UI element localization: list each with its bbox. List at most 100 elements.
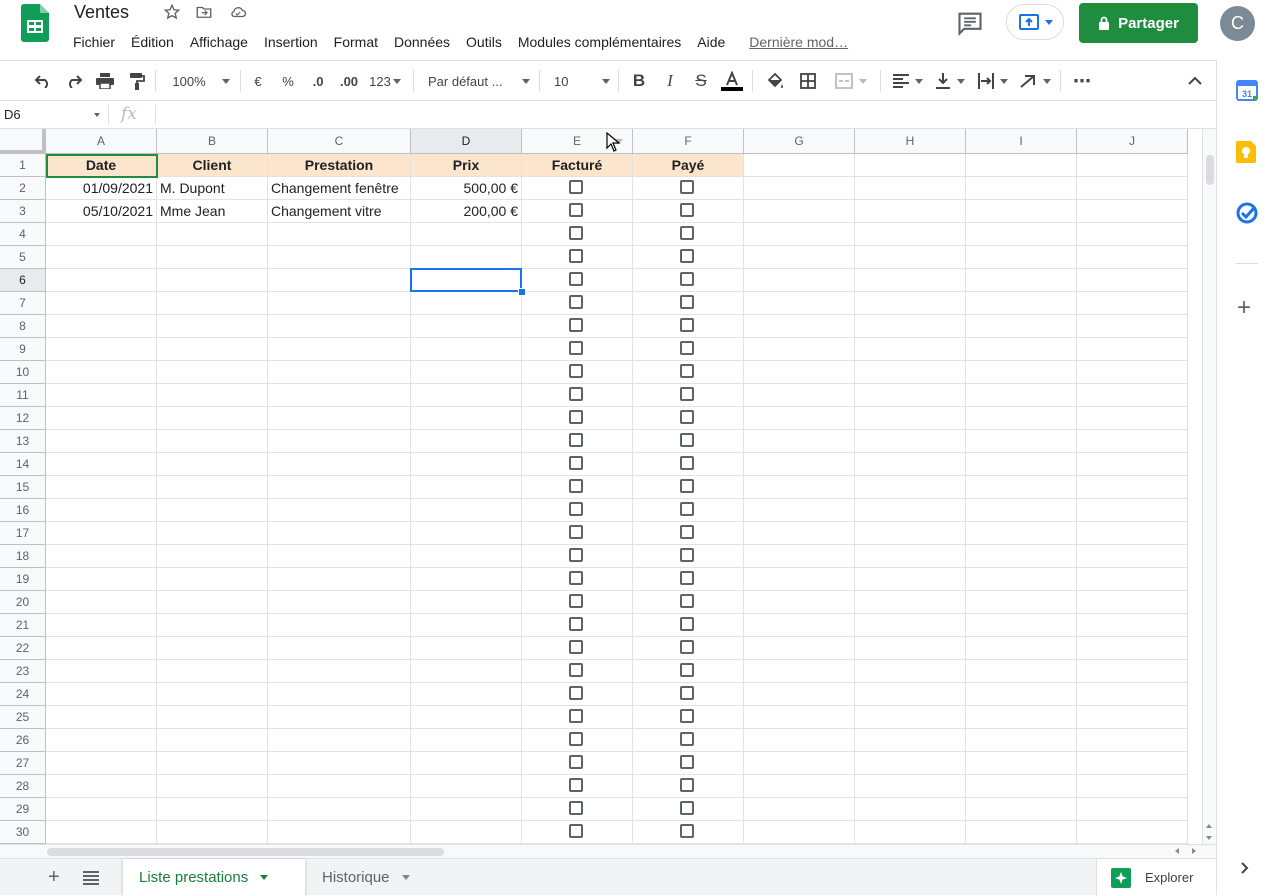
cell-b4[interactable] — [157, 223, 268, 246]
cell-d8[interactable] — [411, 315, 522, 338]
borders-icon[interactable] — [797, 71, 819, 91]
cell-b14[interactable] — [157, 453, 268, 476]
cell-c22[interactable] — [268, 637, 411, 660]
cell-b30[interactable] — [157, 821, 268, 844]
cell-c19[interactable] — [268, 568, 411, 591]
row-header-10[interactable]: 10 — [0, 361, 46, 384]
decrease-decimals-button[interactable]: .0 — [306, 71, 330, 91]
collapse-menu-icon[interactable] — [1184, 71, 1206, 91]
paye-checkbox[interactable] — [680, 295, 694, 309]
paye-checkbox[interactable] — [680, 364, 694, 378]
keep-icon[interactable] — [1236, 141, 1258, 163]
menu-insertion[interactable]: Insertion — [256, 31, 326, 53]
column-header-i[interactable]: I — [966, 129, 1077, 154]
cell-g28[interactable] — [744, 775, 855, 798]
row-header-6[interactable]: 6 — [0, 269, 46, 292]
cell-d5[interactable] — [411, 246, 522, 269]
merge-cells-button[interactable] — [830, 71, 872, 91]
cell-d21[interactable] — [411, 614, 522, 637]
select-all-corner[interactable] — [0, 129, 46, 154]
cell-d16[interactable] — [411, 499, 522, 522]
paye-checkbox[interactable] — [680, 502, 694, 516]
cell-i3[interactable] — [966, 200, 1077, 223]
cell-g7[interactable] — [744, 292, 855, 315]
cell-b3[interactable]: Mme Jean — [157, 200, 268, 223]
cell-j30[interactable] — [1077, 821, 1188, 844]
cell-i23[interactable] — [966, 660, 1077, 683]
cell-i17[interactable] — [966, 522, 1077, 545]
cell-h7[interactable] — [855, 292, 966, 315]
cell-j17[interactable] — [1077, 522, 1188, 545]
cell-g3[interactable] — [744, 200, 855, 223]
cell-j4[interactable] — [1077, 223, 1188, 246]
cell-a13[interactable] — [46, 430, 157, 453]
paye-checkbox[interactable] — [680, 456, 694, 470]
cell-h13[interactable] — [855, 430, 966, 453]
row-header-19[interactable]: 19 — [0, 568, 46, 591]
paye-checkbox[interactable] — [680, 318, 694, 332]
cell-h21[interactable] — [855, 614, 966, 637]
cell-i28[interactable] — [966, 775, 1077, 798]
cell-h22[interactable] — [855, 637, 966, 660]
cell-g2[interactable] — [744, 177, 855, 200]
cell-b17[interactable] — [157, 522, 268, 545]
cell-g22[interactable] — [744, 637, 855, 660]
cell-j11[interactable] — [1077, 384, 1188, 407]
cell-g29[interactable] — [744, 798, 855, 821]
cell-a12[interactable] — [46, 407, 157, 430]
menu-donnees[interactable]: Données — [386, 31, 458, 53]
cell-d27[interactable] — [411, 752, 522, 775]
tab-historique[interactable]: Historique — [306, 859, 426, 896]
add-sheet-icon[interactable]: + — [48, 867, 60, 887]
cell-g30[interactable] — [744, 821, 855, 844]
cell-d10[interactable] — [411, 361, 522, 384]
scroll-down-icon[interactable] — [1206, 836, 1212, 840]
cell-b29[interactable] — [157, 798, 268, 821]
calendar-icon[interactable]: 31 — [1236, 79, 1258, 101]
column-header-a[interactable]: A — [46, 129, 157, 154]
cell-h14[interactable] — [855, 453, 966, 476]
paye-checkbox[interactable] — [680, 525, 694, 539]
paye-checkbox[interactable] — [680, 801, 694, 815]
redo-icon[interactable] — [63, 71, 85, 91]
cell-b19[interactable] — [157, 568, 268, 591]
cell-i18[interactable] — [966, 545, 1077, 568]
row-header-13[interactable]: 13 — [0, 430, 46, 453]
cell-c13[interactable] — [268, 430, 411, 453]
cell-h12[interactable] — [855, 407, 966, 430]
fill-color-icon[interactable] — [764, 71, 786, 91]
strikethrough-icon[interactable]: S — [690, 71, 712, 91]
cell-h10[interactable] — [855, 361, 966, 384]
cell-c18[interactable] — [268, 545, 411, 568]
cell-i13[interactable] — [966, 430, 1077, 453]
cell-b16[interactable] — [157, 499, 268, 522]
cell-a23[interactable] — [46, 660, 157, 683]
paye-checkbox[interactable] — [680, 663, 694, 677]
cell-b12[interactable] — [157, 407, 268, 430]
menu-edition[interactable]: Édition — [123, 31, 182, 53]
row-header-15[interactable]: 15 — [0, 476, 46, 499]
row-header-17[interactable]: 17 — [0, 522, 46, 545]
cell-i19[interactable] — [966, 568, 1077, 591]
last-edit-link[interactable]: Dernière mod… — [741, 31, 856, 53]
cell-c14[interactable] — [268, 453, 411, 476]
cell-h5[interactable] — [855, 246, 966, 269]
row-header-21[interactable]: 21 — [0, 614, 46, 637]
print-icon[interactable] — [94, 71, 116, 91]
cell-a9[interactable] — [46, 338, 157, 361]
cell-d22[interactable] — [411, 637, 522, 660]
cell-i16[interactable] — [966, 499, 1077, 522]
row-header-3[interactable]: 3 — [0, 200, 46, 223]
cell-j28[interactable] — [1077, 775, 1188, 798]
cell-b15[interactable] — [157, 476, 268, 499]
cell-d15[interactable] — [411, 476, 522, 499]
cell-c5[interactable] — [268, 246, 411, 269]
facture-checkbox[interactable] — [569, 548, 583, 562]
cell-a8[interactable] — [46, 315, 157, 338]
chevron-down-icon[interactable] — [401, 875, 410, 880]
row-header-8[interactable]: 8 — [0, 315, 46, 338]
cell-j3[interactable] — [1077, 200, 1188, 223]
currency-format-button[interactable]: € — [248, 71, 268, 91]
cell-d28[interactable] — [411, 775, 522, 798]
paye-checkbox[interactable] — [680, 479, 694, 493]
